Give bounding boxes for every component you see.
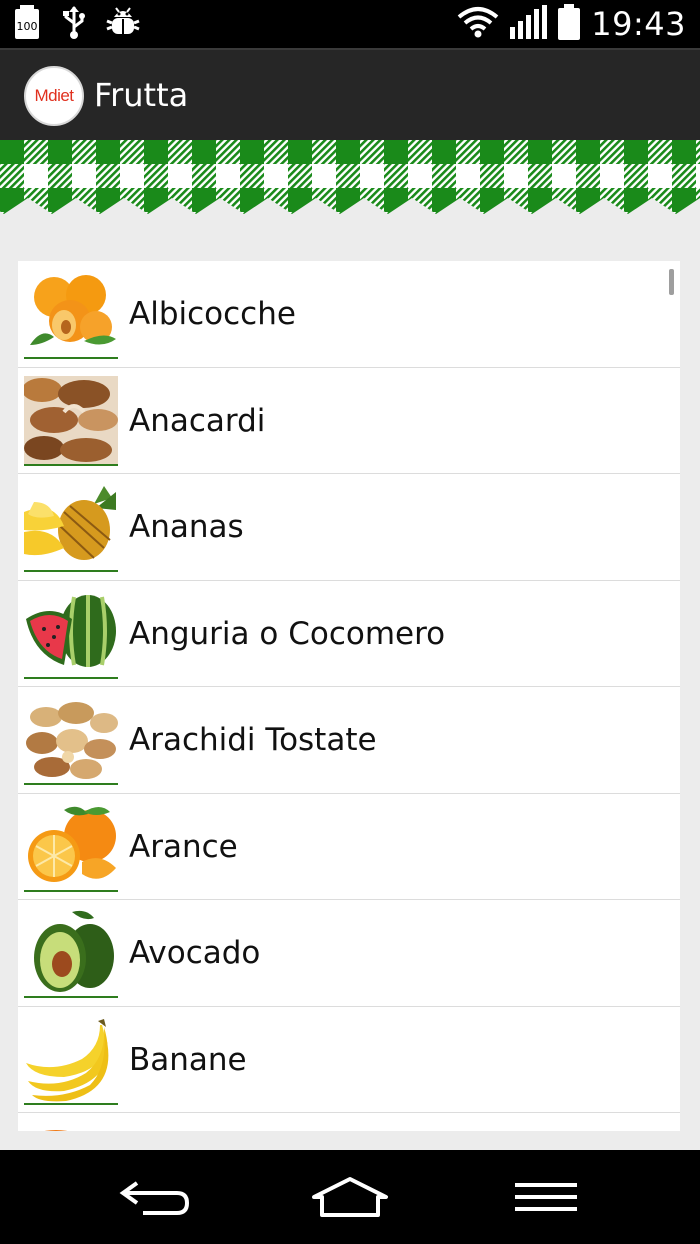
- back-icon: [119, 1181, 190, 1215]
- list-item[interactable]: Avocado: [18, 900, 680, 1007]
- apricot-icon: [24, 269, 118, 359]
- next-item-thumb-partial: [20, 1122, 80, 1131]
- page-title: Frutta: [94, 76, 189, 114]
- list-item[interactable]: Banane: [18, 1007, 680, 1113]
- svg-text:100: 100: [17, 20, 38, 33]
- navigation-bar: [0, 1150, 700, 1244]
- app-logo[interactable]: Mdiet: [24, 66, 84, 126]
- home-button[interactable]: [310, 1170, 390, 1224]
- scrollbar[interactable]: [669, 269, 674, 295]
- orange-icon: [24, 801, 118, 892]
- wifi-icon: [457, 6, 499, 42]
- fruit-list[interactable]: Albicocche Anacardi Ananas Anguria o Coc…: [18, 261, 680, 1131]
- pineapple-icon: [24, 482, 118, 572]
- list-item[interactable]: Ananas: [18, 474, 680, 581]
- battery-100-icon: 100: [14, 5, 42, 43]
- status-bar: 100 19:43: [0, 0, 700, 48]
- cashew-icon: [24, 375, 118, 466]
- action-bar: Mdiet Frutta: [0, 48, 700, 140]
- app-logo-text: Mdiet: [34, 86, 74, 105]
- list-item[interactable]: Arachidi Tostate: [18, 687, 680, 794]
- signal-icon: [509, 5, 548, 43]
- watermelon-icon: [24, 588, 118, 679]
- list-item[interactable]: Anguria o Cocomero: [18, 581, 680, 687]
- avocado-icon: [24, 908, 118, 998]
- usb-icon: [62, 5, 86, 43]
- list-item[interactable]: Albicocche: [18, 261, 680, 368]
- list-item-label: Ananas: [129, 509, 244, 545]
- menu-button[interactable]: [506, 1170, 586, 1224]
- back-button[interactable]: [114, 1170, 194, 1224]
- list-item-label: Avocado: [129, 935, 261, 971]
- list-item-label: Arance: [129, 828, 238, 865]
- banana-icon: [24, 1014, 118, 1105]
- list-item[interactable]: Anacardi: [18, 368, 680, 474]
- list-item-label: Arachidi Tostate: [129, 722, 377, 758]
- home-icon: [312, 1177, 388, 1217]
- list-item-label: Anguria o Cocomero: [129, 615, 446, 652]
- clock: 19:43: [591, 5, 686, 43]
- list-item-label: Albicocche: [129, 296, 296, 332]
- menu-icon: [515, 1183, 577, 1211]
- list-item-label: Banane: [129, 1041, 247, 1078]
- list-item[interactable]: Arance: [18, 794, 680, 900]
- gingham-banner: [0, 140, 700, 216]
- android-debug-icon: [106, 5, 140, 43]
- list-item-label: Anacardi: [129, 402, 266, 439]
- battery-icon: [557, 4, 581, 44]
- peanut-icon: [24, 695, 118, 785]
